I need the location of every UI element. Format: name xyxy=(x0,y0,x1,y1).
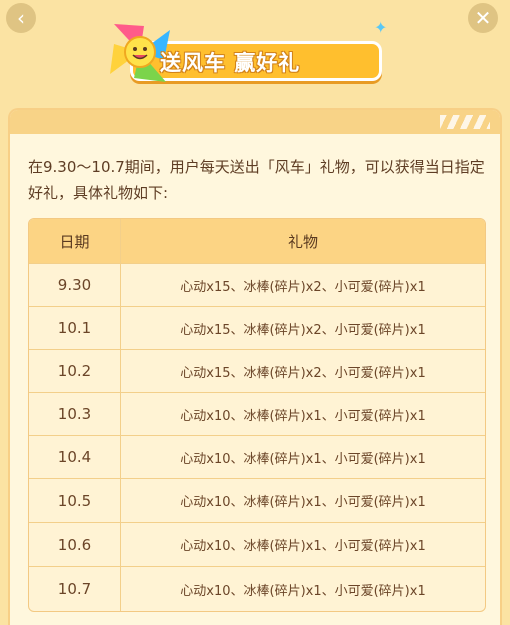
back-arrow-icon: ‹ xyxy=(17,6,25,30)
card-top-bar xyxy=(10,110,500,134)
table-row: 9.30 心动x15、冰棒(碎片)x2、小可爱(碎片)x1 xyxy=(29,264,485,307)
intro-text: 在9.30～10.7期间，用户每天送出「风车」礼物，可以获得当日指定好礼，具体礼… xyxy=(28,158,485,202)
close-button[interactable]: ✕ xyxy=(468,3,498,33)
date-cell: 10.5 xyxy=(29,479,121,522)
date-cell: 10.1 xyxy=(29,307,121,349)
date-cell: 10.6 xyxy=(29,523,121,566)
table-row: 10.5 心动x10、冰棒(碎片)x1、小可爱(碎片)x1 xyxy=(29,479,485,523)
stripe-decoration xyxy=(440,115,490,129)
header-date: 日期 xyxy=(29,219,121,263)
gift-cell: 心动x10、冰棒(碎片)x1、小可爱(碎片)x1 xyxy=(180,583,426,599)
table-row: 10.6 心动x10、冰棒(碎片)x1、小可爱(碎片)x1 xyxy=(29,523,485,567)
close-icon: ✕ xyxy=(474,6,492,30)
banner-title: 送风车 赢好礼 xyxy=(160,51,301,75)
gift-table: 日期 礼物 9.30 心动x15、冰棒(碎片)x2、小可爱(碎片)x1 10.1… xyxy=(28,218,486,612)
gift-cell: 心动x10、冰棒(碎片)x1、小可爱(碎片)x1 xyxy=(180,539,426,554)
gift-cell: 心动x10、冰棒(碎片)x1、小可爱(碎片)x1 xyxy=(180,451,426,467)
gift-cell: 心动x15、冰棒(碎片)x2、小可爱(碎片)x1 xyxy=(180,322,426,338)
gift-cell: 心动x15、冰棒(碎片)x2、小可爱(碎片)x1 xyxy=(180,365,426,381)
table-row: 10.1 心动x15、冰棒(碎片)x2、小可爱(碎片)x1 xyxy=(29,307,485,350)
table-header-row: 日期 礼物 xyxy=(29,219,485,264)
event-banner: 送风车 赢好礼 ✦ xyxy=(104,16,388,88)
date-cell: 10.3 xyxy=(29,393,121,435)
date-cell: 10.7 xyxy=(29,567,121,611)
table-row: 10.2 心动x15、冰棒(碎片)x2、小可爱(碎片)x1 xyxy=(29,350,485,393)
date-cell: 10.2 xyxy=(29,350,121,392)
table-row: 10.4 心动x10、冰棒(碎片)x1、小可爱(碎片)x1 xyxy=(29,436,485,479)
back-button[interactable]: ‹ xyxy=(6,3,36,33)
date-cell: 10.4 xyxy=(29,436,121,478)
gift-cell: 心动x10、冰棒(碎片)x1、小可爱(碎片)x1 xyxy=(180,408,426,424)
gift-cell: 心动x15、冰棒(碎片)x2、小可爱(碎片)x1 xyxy=(180,279,426,295)
table-row: 10.7 心动x10、冰棒(碎片)x1、小可爱(碎片)x1 xyxy=(29,567,485,611)
sparkle-icon: ✦ xyxy=(374,18,388,37)
rules-card: 在9.30～10.7期间，用户每天送出「风车」礼物，可以获得当日指定好礼，具体礼… xyxy=(8,108,502,625)
header-gift: 礼物 xyxy=(287,232,318,251)
table-row: 10.3 心动x10、冰棒(碎片)x1、小可爱(碎片)x1 xyxy=(29,393,485,436)
gift-cell: 心动x10、冰棒(碎片)x1、小可爱(碎片)x1 xyxy=(180,495,426,510)
date-cell: 9.30 xyxy=(29,264,121,306)
